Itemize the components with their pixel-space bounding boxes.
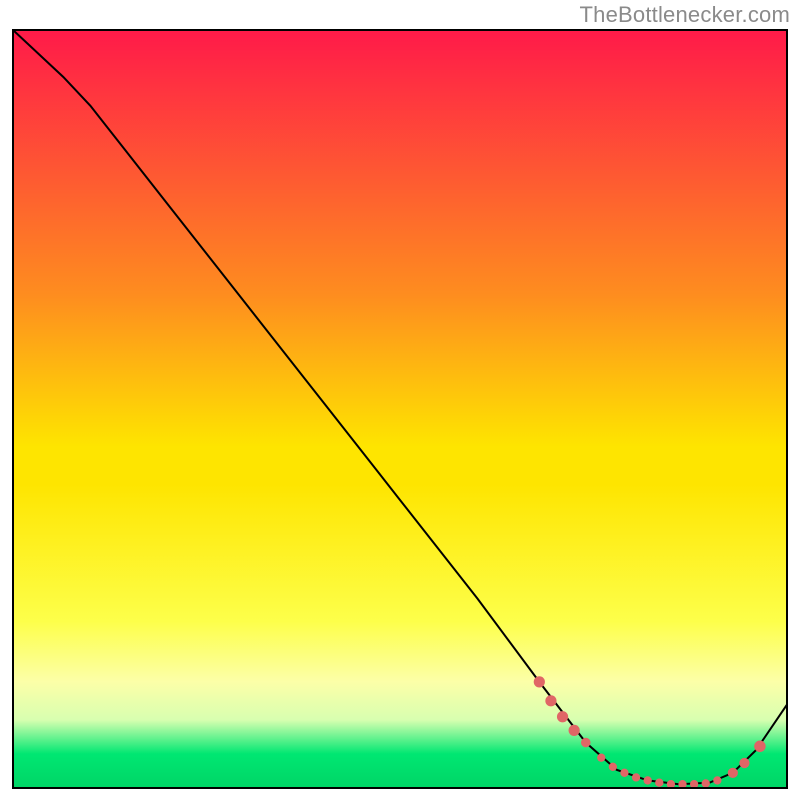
- marker-dot: [545, 695, 556, 706]
- marker-dot: [754, 741, 766, 753]
- marker-dot: [632, 773, 640, 781]
- gradient-background: [13, 30, 787, 788]
- marker-dot: [597, 754, 605, 762]
- marker-dot: [609, 763, 617, 771]
- marker-dot: [739, 758, 749, 768]
- marker-dot: [702, 779, 710, 787]
- marker-dot: [557, 711, 568, 722]
- marker-dot: [569, 725, 580, 736]
- bottleneck-chart: [0, 0, 800, 800]
- marker-dot: [620, 769, 628, 777]
- marker-dot: [581, 738, 591, 748]
- marker-dot: [534, 676, 545, 687]
- chart-container: TheBottlenecker.com: [0, 0, 800, 800]
- marker-dot: [713, 776, 721, 784]
- marker-dot: [728, 768, 738, 778]
- marker-dot: [655, 779, 663, 787]
- marker-dot: [644, 776, 652, 784]
- plot-area: [13, 30, 787, 788]
